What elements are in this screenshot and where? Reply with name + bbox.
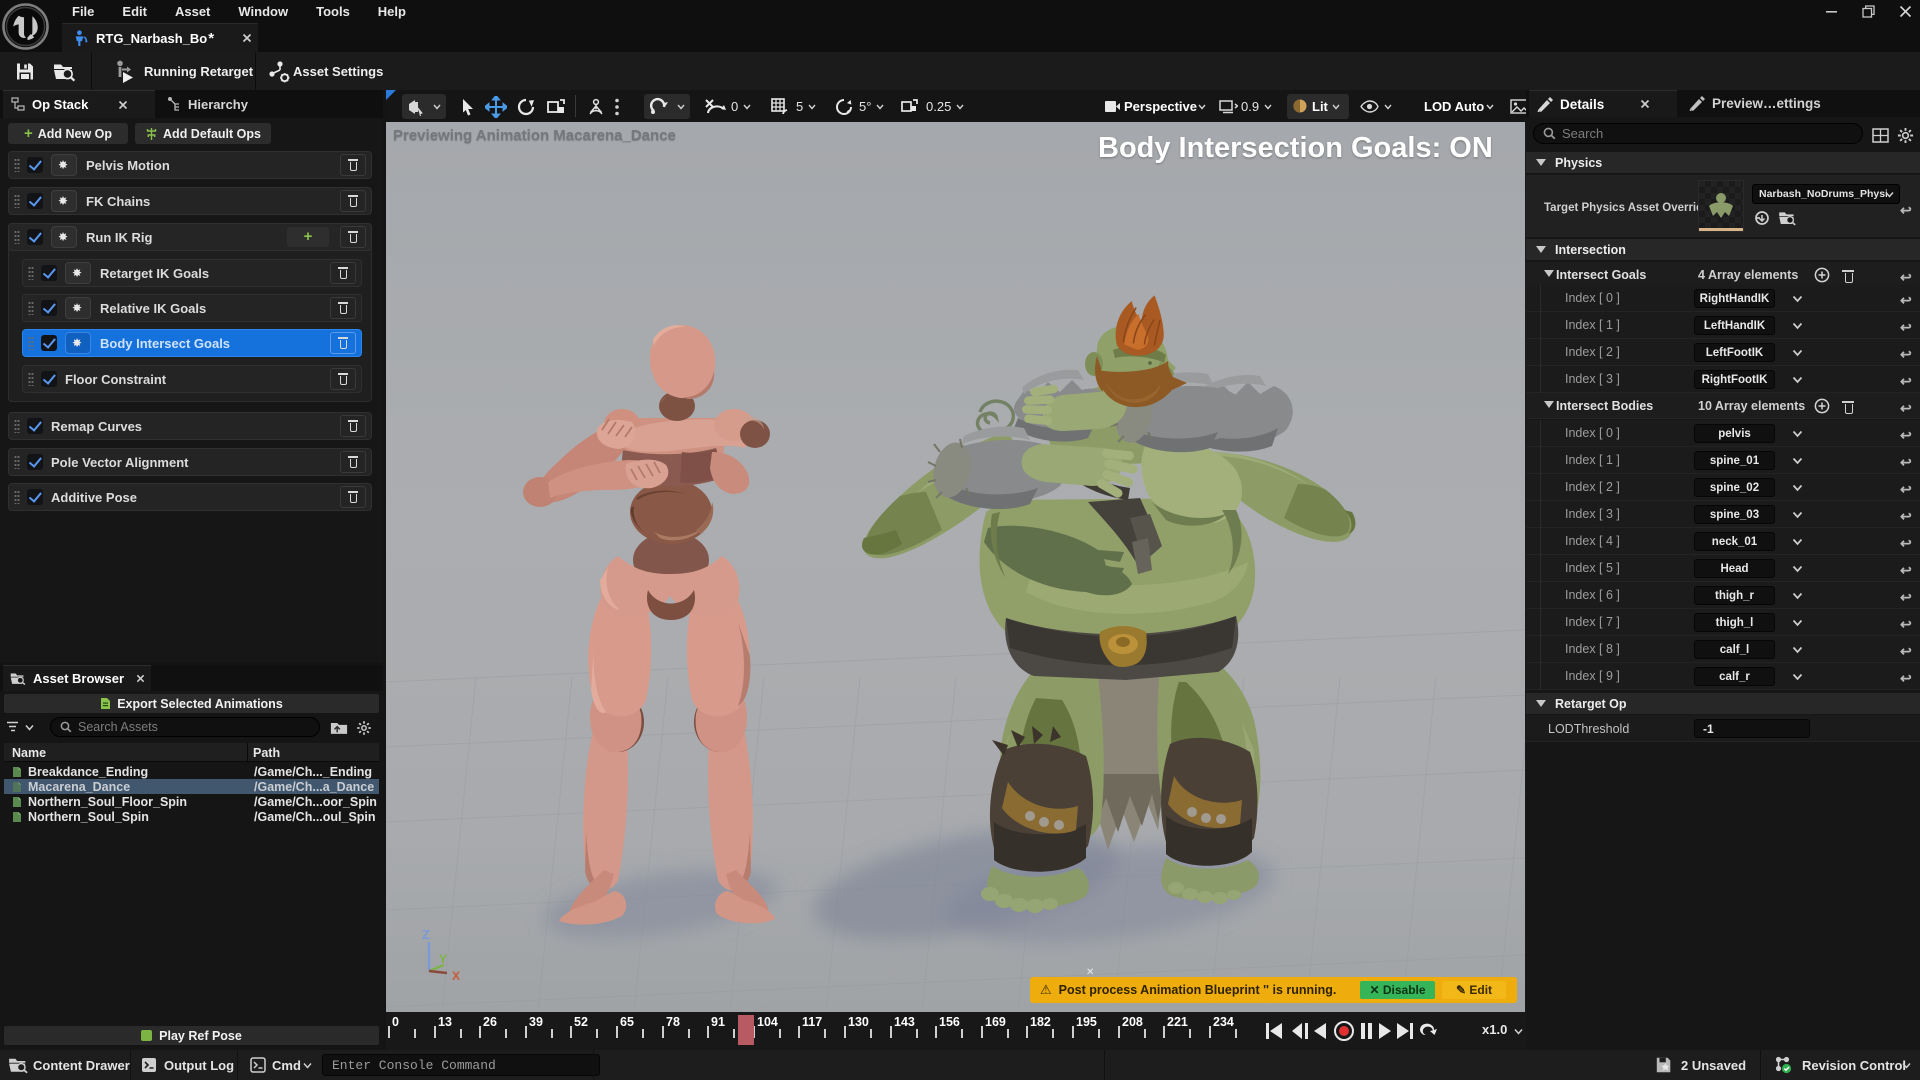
svg-text:Y: Y xyxy=(439,952,447,966)
svg-text:X: X xyxy=(452,969,460,983)
svg-text:Z: Z xyxy=(422,927,430,942)
